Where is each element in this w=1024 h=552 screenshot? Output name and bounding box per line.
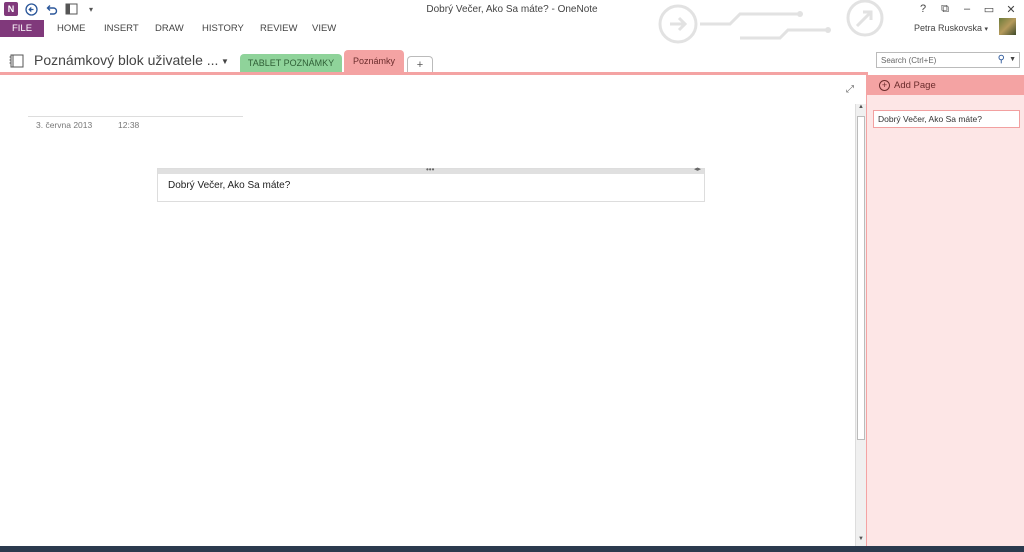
page-title-underline [28, 116, 243, 117]
add-section-button[interactable]: + [407, 56, 433, 72]
add-page-label: Add Page [894, 79, 936, 91]
page-date: 3. června 2013 [36, 120, 93, 130]
notebook-icon[interactable] [9, 53, 27, 68]
page-time: 12:38 [118, 120, 140, 130]
tab-review[interactable]: REVIEW [260, 20, 297, 37]
page-list-pane: + Add Page Dobrý Večer, Ako Sa máte? [866, 75, 1024, 552]
note-container-handle[interactable]: ••• ◂▸ [158, 165, 704, 174]
page-canvas[interactable]: 3. června 2013 12:38 ⤢ ••• ◂▸ Dobrý Veče… [0, 75, 855, 546]
tab-section-poznamky[interactable]: Poznámky [344, 50, 404, 72]
full-page-view-icon[interactable]: ⤢ [846, 84, 854, 95]
add-page-icon: + [879, 79, 890, 91]
close-icon[interactable]: ✕ [1004, 2, 1018, 16]
drag-handle-icon[interactable]: ••• [426, 165, 434, 174]
notebook-dropdown-icon[interactable]: ▼ [221, 57, 229, 66]
resize-handle-icon[interactable]: ◂▸ [694, 165, 701, 173]
note-text[interactable]: Dobrý Večer, Ako Sa máte? [168, 180, 290, 191]
add-page-button[interactable]: + Add Page [867, 75, 1024, 95]
window-controls: ? ⧉ – ▭ ✕ [916, 2, 1018, 16]
ribbon-tabs: FILE HOME INSERT DRAW HISTORY REVIEW VIE… [0, 20, 1024, 38]
user-name-label: Petra Ruskovska [913, 23, 982, 33]
tab-view[interactable]: VIEW [312, 20, 336, 37]
search-scope-dropdown-icon[interactable]: ▼ [1009, 56, 1016, 63]
tab-section-tablet-poznamky[interactable]: TABLET POZNÁMKY [240, 54, 342, 72]
vertical-scrollbar[interactable]: ▲ ▼ [855, 104, 866, 546]
avatar[interactable] [999, 18, 1016, 35]
scroll-down-icon[interactable]: ▼ [856, 536, 866, 546]
tab-home[interactable]: HOME [57, 20, 86, 37]
taskbar-strip [0, 546, 1024, 552]
ribbon-display-icon[interactable]: ⧉ [938, 2, 952, 16]
help-icon[interactable]: ? [916, 2, 930, 16]
page-list-item[interactable]: Dobrý Večer, Ako Sa máte? [873, 110, 1020, 128]
notebook-bar: Poznámkový blok uživatele ... ▼ TABLET P… [0, 48, 1024, 74]
tab-file[interactable]: FILE [0, 20, 44, 37]
account-user-name[interactable]: Petra Ruskovska ▾ [914, 23, 988, 33]
search-icon[interactable]: ⚲ [998, 54, 1005, 65]
account-dropdown-icon[interactable]: ▾ [984, 26, 988, 33]
scroll-up-icon[interactable]: ▲ [856, 104, 866, 114]
maximize-icon[interactable]: ▭ [982, 2, 996, 16]
tab-draw[interactable]: DRAW [155, 20, 184, 37]
scrollbar-thumb[interactable] [857, 116, 865, 440]
note-container[interactable]: ••• ◂▸ Dobrý Večer, Ako Sa máte? [157, 165, 705, 202]
tab-history[interactable]: HISTORY [202, 20, 244, 37]
search-placeholder: Search (Ctrl+E) [881, 56, 937, 65]
tab-insert[interactable]: INSERT [104, 20, 139, 37]
notebook-title[interactable]: Poznámkový blok uživatele ... [34, 52, 218, 68]
search-input[interactable]: Search (Ctrl+E) ⚲ ▼ [876, 52, 1020, 68]
minimize-icon[interactable]: – [960, 2, 974, 16]
